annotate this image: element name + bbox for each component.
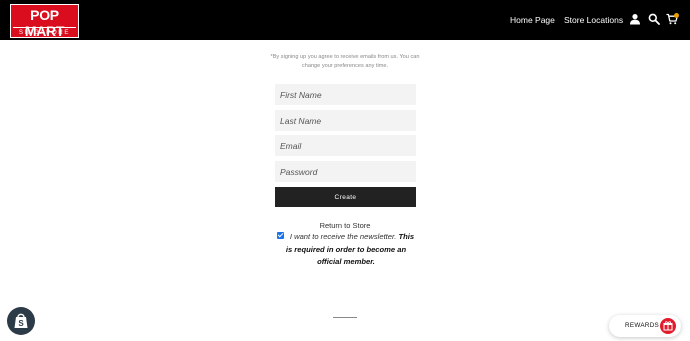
pop-mart-logo[interactable]: POP MART SINGAPORE	[10, 4, 79, 39]
last-name-field[interactable]	[275, 110, 416, 131]
return-to-store-link[interactable]: Return to Store	[270, 221, 420, 231]
site-header: POP MART SINGAPORE Home Page Store Locat…	[0, 0, 690, 40]
rewards-label: REWARDS	[625, 322, 660, 329]
nav-store-locations[interactable]: Store Locations	[564, 14, 623, 26]
first-name-field[interactable]	[275, 84, 416, 105]
newsletter-consent: I want to receive the newsletter. This i…	[276, 231, 416, 269]
nav-home-page[interactable]: Home Page	[510, 14, 555, 26]
password-field[interactable]	[275, 161, 416, 182]
create-account-button[interactable]: Create	[275, 187, 416, 207]
account-icon[interactable]	[629, 13, 641, 25]
svg-text:S: S	[18, 319, 24, 328]
footer-divider	[333, 317, 357, 318]
search-icon[interactable]	[648, 13, 660, 25]
gift-icon	[660, 318, 676, 334]
rewards-launcher[interactable]: REWARDS	[609, 315, 681, 337]
logo-sub-text: SINGAPORE	[13, 27, 76, 37]
cart-count-badge	[674, 13, 679, 18]
shopping-bag-icon: S	[14, 313, 28, 328]
signup-disclaimer: *By signing up you agree to receive emai…	[270, 54, 420, 69]
newsletter-label: I want to receive the newsletter.	[289, 232, 397, 241]
shopify-badge[interactable]: S	[7, 307, 35, 335]
email-field[interactable]	[275, 135, 416, 156]
